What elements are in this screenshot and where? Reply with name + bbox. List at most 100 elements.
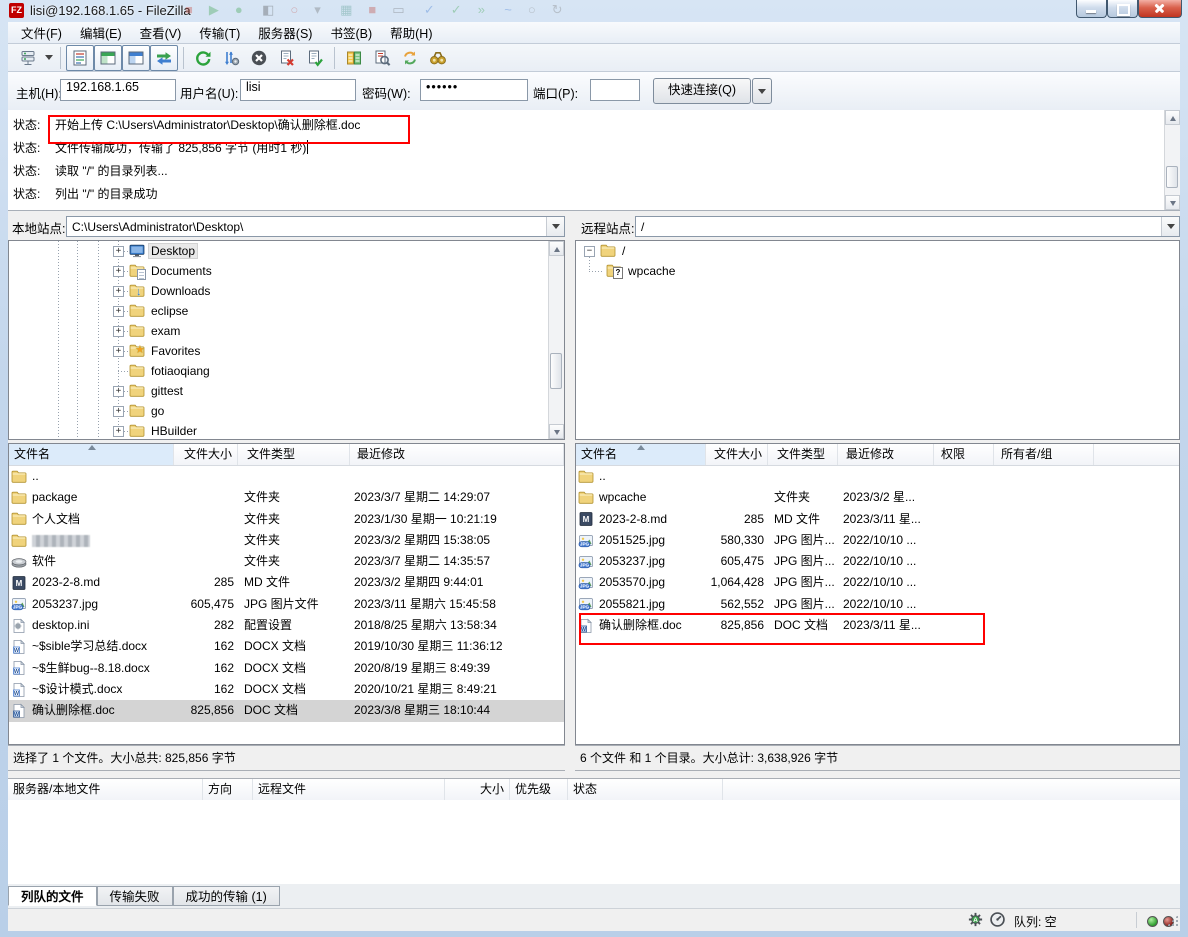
scroll-up-icon[interactable] [1165, 110, 1180, 125]
disconnect-button[interactable] [273, 45, 301, 71]
queue-column-header-0[interactable]: 服务器/本地文件 [8, 779, 203, 800]
scroll-down-icon[interactable] [549, 424, 564, 439]
queue-column-header-1[interactable]: 方向 [203, 779, 253, 800]
tree-expander-icon[interactable]: + [113, 266, 124, 277]
port-input[interactable] [590, 79, 640, 101]
tree-expander-icon[interactable]: + [113, 426, 124, 437]
host-input[interactable]: 192.168.1.65 [60, 79, 176, 101]
file-row-2053237.jpg[interactable]: JPG2053237.jpg605,475JPG 图片...2022/10/10… [576, 551, 1179, 572]
file-row-2053570.jpg[interactable]: JPG2053570.jpg1,064,428JPG 图片...2022/10/… [576, 572, 1179, 593]
toggle-local-tree-button[interactable] [94, 45, 122, 71]
toggle-queue-button[interactable] [150, 45, 178, 71]
tree-expander-icon[interactable]: + [113, 306, 124, 317]
tab-2[interactable]: 成功的传输 (1) [173, 886, 280, 906]
scroll-up-icon[interactable] [549, 241, 564, 256]
transfer-queue-body[interactable] [8, 800, 1180, 885]
column-header-2[interactable]: 文件类型 [242, 444, 350, 465]
menu-item-1[interactable]: 编辑(E) [71, 21, 131, 44]
toggle-message-log-button[interactable] [66, 45, 94, 71]
scroll-down-icon[interactable] [1165, 195, 1180, 210]
local-tree-item-favorites[interactable]: +★Favorites [9, 341, 564, 361]
column-header-5[interactable]: 所有者/组 [996, 444, 1094, 465]
autoupdate-gear-icon[interactable]: A [967, 911, 984, 931]
file-row-个人文档[interactable]: 个人文档文件夹2023/1/30 星期一 10:21:19 [9, 509, 564, 530]
file-row-2053237.jpg[interactable]: JPG2053237.jpg605,475JPG 图片文件2023/3/11 星… [9, 594, 564, 615]
refresh-button[interactable] [189, 45, 217, 71]
file-row-确认删除框.doc[interactable]: W确认删除框.doc825,856DOC 文档2023/3/8 星期三 18:1… [9, 700, 564, 721]
local-tree-item-documents[interactable]: +Documents [9, 261, 564, 281]
remote-tree-item-root[interactable]: −/ [576, 241, 1179, 261]
synchronized-browsing-button[interactable] [396, 45, 424, 71]
tab-1[interactable]: 传输失败 [97, 886, 173, 906]
queue-column-header-2[interactable]: 远程文件 [253, 779, 445, 800]
tree-expander-icon[interactable]: + [113, 286, 124, 297]
file-row-desktop.ini[interactable]: desktop.ini282配置设置2018/8/25 星期六 13:58:34 [9, 615, 564, 636]
file-search-button[interactable] [368, 45, 396, 71]
local-site-combobox[interactable]: C:\Users\Administrator\Desktop\ [66, 216, 565, 237]
local-tree-item-fotiaoqiang[interactable]: fotiaoqiang [9, 361, 564, 381]
minimize-button[interactable] [1076, 0, 1107, 18]
chevron-down-icon[interactable] [1161, 217, 1179, 236]
queue-column-header-5[interactable]: 状态 [568, 779, 723, 800]
file-row-软件[interactable]: 软件文件夹2023/3/7 星期二 14:35:57 [9, 551, 564, 572]
filter-button[interactable] [424, 45, 452, 71]
file-row-..[interactable]: .. [576, 466, 1179, 487]
menu-item-4[interactable]: 服务器(S) [249, 21, 321, 44]
column-header-2[interactable]: 文件类型 [772, 444, 838, 465]
menu-item-0[interactable]: 文件(F) [12, 21, 71, 44]
remote-site-combobox[interactable]: / [635, 216, 1180, 237]
log-scrollbar[interactable] [1164, 110, 1180, 210]
quickconnect-button[interactable]: 快速连接(Q) [653, 78, 751, 104]
tree-expander-icon[interactable]: + [113, 326, 124, 337]
file-row-..[interactable]: .. [9, 466, 564, 487]
quickconnect-dropdown[interactable] [752, 78, 772, 104]
file-row-2023-2-8.md[interactable]: M2023-2-8.md285MD 文件2023/3/2 星期四 9:44:01 [9, 572, 564, 593]
tree-expander-icon[interactable]: + [113, 346, 124, 357]
username-input[interactable]: lisi [240, 79, 356, 101]
queue-column-header-4[interactable]: 优先级 [510, 779, 568, 800]
tab-0[interactable]: 列队的文件 [8, 886, 97, 906]
local-tree-item-gittest[interactable]: +gittest [9, 381, 564, 401]
password-input[interactable]: •••••• [420, 79, 528, 101]
column-header-0[interactable]: 文件名 [9, 444, 174, 465]
tree-expander-icon[interactable]: + [113, 246, 124, 257]
file-row-wpcache[interactable]: wpcache文件夹2023/3/2 星... [576, 487, 1179, 508]
column-header-3[interactable]: 最近修改 [352, 444, 564, 465]
file-row-~$生鲜bug--8.18.docx[interactable]: W~$生鲜bug--8.18.docx162DOCX 文档2020/8/19 星… [9, 658, 564, 679]
remote-tree-item-wpcache[interactable]: ?wpcache [576, 261, 1179, 281]
column-header-1[interactable]: 文件大小 [706, 444, 768, 465]
column-header-3[interactable]: 最近修改 [841, 444, 934, 465]
file-row-2023-2-8.md[interactable]: M2023-2-8.md285MD 文件2023/3/11 星... [576, 509, 1179, 530]
column-header-0[interactable]: 文件名 [576, 444, 706, 465]
cancel-button[interactable] [245, 45, 273, 71]
local-tree-item-eclipse[interactable]: +eclipse [9, 301, 564, 321]
local-tree-item-hbuilder[interactable]: +HBuilder [9, 421, 564, 440]
file-row-package[interactable]: package文件夹2023/3/7 星期二 14:29:07 [9, 487, 564, 508]
column-header-1[interactable]: 文件大小 [174, 444, 238, 465]
tree-expander-icon[interactable]: + [113, 386, 124, 397]
scrollbar-thumb[interactable] [550, 353, 562, 389]
menu-item-2[interactable]: 查看(V) [131, 21, 191, 44]
process-queue-button[interactable] [217, 45, 245, 71]
file-row-2051525.jpg[interactable]: JPG2051525.jpg580,330JPG 图片...2022/10/10… [576, 530, 1179, 551]
close-button[interactable] [1138, 0, 1182, 18]
local-tree-item-desktop[interactable]: +Desktop [9, 241, 564, 261]
speed-gauge-icon[interactable] [989, 911, 1006, 931]
local-tree-scrollbar[interactable] [548, 241, 564, 439]
file-row-~$设计模式.docx[interactable]: W~$设计模式.docx162DOCX 文档2020/10/21 星期三 8:4… [9, 679, 564, 700]
local-tree-item-downloads[interactable]: +↓Downloads [9, 281, 564, 301]
compare-directories-button[interactable] [340, 45, 368, 71]
scrollbar-thumb[interactable] [1166, 166, 1178, 188]
file-row-redacted[interactable]: 文件夹2023/3/2 星期四 15:38:05 [9, 530, 564, 551]
tree-expander-icon[interactable]: + [113, 406, 124, 417]
menu-item-3[interactable]: 传输(T) [190, 21, 249, 44]
maximize-button[interactable] [1107, 0, 1138, 18]
site-manager-dropdown[interactable] [42, 46, 55, 70]
local-tree-item-exam[interactable]: +exam [9, 321, 564, 341]
tree-expander-icon[interactable]: − [584, 246, 595, 257]
file-row-~$sible学习总结.docx[interactable]: W~$sible学习总结.docx162DOCX 文档2019/10/30 星期… [9, 636, 564, 657]
queue-column-header-3[interactable]: 大小 [445, 779, 510, 800]
column-header-4[interactable]: 权限 [936, 444, 994, 465]
toggle-remote-tree-button[interactable] [122, 45, 150, 71]
file-row-确认删除框.doc[interactable]: W确认删除框.doc825,856DOC 文档2023/3/11 星... [576, 615, 1179, 636]
